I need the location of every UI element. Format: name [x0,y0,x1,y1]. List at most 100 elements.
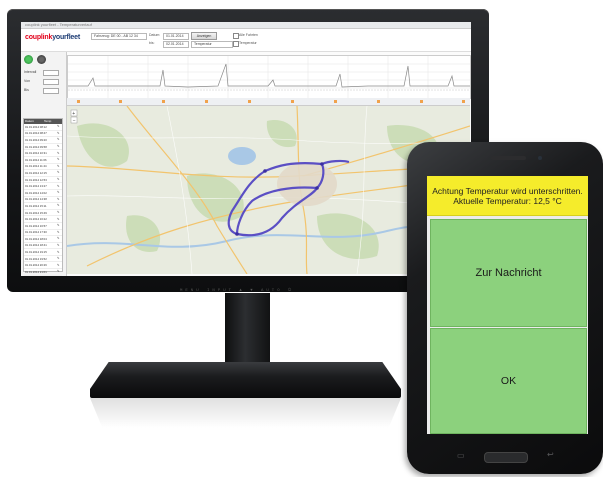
edit-icon[interactable]: ✎ [57,125,62,128]
table-row[interactable]: 01.01.2014 11:44 ✎ [24,164,62,171]
svg-text:+: + [72,111,75,117]
edit-icon[interactable]: ✎ [57,178,62,181]
option-label-2: Temperatur [239,41,257,45]
row-date: 01.01.2014 15:11 [25,203,47,208]
to-select[interactable] [43,88,59,94]
table-row[interactable]: 01.01.2014 10:31 ✎ [24,150,62,157]
tablet-screen: Achtung Temperatur wird unterschritten. … [427,176,588,434]
row-date: 01.01.2014 12:53 [25,177,47,182]
row-date: 01.01.2014 16:57 [25,223,47,228]
table-row[interactable]: 01.01.2014 15:11 ✎ [24,203,62,210]
table-row[interactable]: 01.01.2014 17:30 ✎ [24,230,62,237]
from-date-field[interactable]: 01.01.2014 [163,33,189,40]
table-row[interactable]: 01.01.2014 20:26 ✎ [24,262,62,270]
ok-button[interactable]: OK [430,328,587,434]
table-row[interactable]: 01.01.2014 16:57 ✎ [24,223,62,230]
table-row[interactable]: 01.01.2014 19:15 ✎ [24,249,62,256]
col-header-date: Datum [25,119,34,123]
edit-icon[interactable]: ✎ [57,171,62,174]
edit-icon[interactable]: ✎ [57,224,62,227]
table-row[interactable]: 01.01.2014 12:15 ✎ [24,170,62,177]
table-row[interactable]: 01.01.2014 09:20 ✎ [24,137,62,144]
play-button[interactable] [24,55,33,64]
edit-icon[interactable]: ✎ [57,145,62,148]
edit-icon[interactable]: ✎ [57,257,62,260]
table-row[interactable]: 01.01.2014 21:01 ✎ [24,269,62,276]
row-date: 01.01.2014 08:12 [25,124,47,129]
table-row[interactable]: 01.01.2014 18:41 ✎ [24,243,62,250]
edit-icon[interactable]: ✎ [57,184,62,188]
edit-icon[interactable]: ✎ [57,197,62,201]
edit-icon[interactable]: ✎ [57,211,62,214]
table-row[interactable]: 01.01.2014 13:27 ✎ [24,183,62,190]
table-row[interactable]: 01.01.2014 14:38 ✎ [24,197,62,204]
temperature-line [68,63,470,88]
home-icon[interactable] [484,452,528,463]
back-icon[interactable]: ↩ [547,450,554,459]
monitor-stand-base [90,362,401,398]
row-date: 01.01.2014 19:15 [25,250,47,255]
edit-icon[interactable]: ✎ [57,230,62,234]
edit-icon[interactable]: ✎ [57,237,62,240]
svg-text:−: − [73,118,76,124]
logo-part-1: couplink [25,34,53,41]
table-row[interactable]: 01.01.2014 19:52 ✎ [24,256,62,263]
col-header-temp: Temp [44,119,52,123]
control-panel: Intervall Von Bis Datum Temp 01.01.2014 … [21,52,67,276]
table-row[interactable]: 01.01.2014 11:06 ✎ [24,157,62,164]
row-date: 01.01.2014 19:52 [25,256,47,261]
tablet-speaker [491,156,526,160]
edit-icon[interactable]: ✎ [57,131,62,135]
show-button[interactable]: Anzeigen [191,32,217,40]
window-title: couplink yourfleet - Temperaturverlauf [25,22,92,27]
vehicle-select[interactable]: Fahrzeug: DE 00 - AB 12 34 [91,33,147,40]
edit-icon[interactable]: ✎ [57,164,62,168]
camera-icon [538,156,542,160]
edit-icon[interactable]: ✎ [57,191,62,194]
row-date: 01.01.2014 21:01 [25,269,47,274]
edit-icon[interactable]: ✎ [57,250,62,254]
from-select[interactable] [43,79,59,85]
row-date: 01.01.2014 18:04 [25,236,47,241]
to-message-button[interactable]: Zur Nachricht [430,219,587,327]
row-date: 01.01.2014 11:06 [25,157,47,162]
edit-icon[interactable]: ✎ [57,243,62,247]
table-row[interactable]: 01.01.2014 15:49 ✎ [24,210,62,217]
time-axis [67,98,470,106]
row-date: 01.01.2014 09:20 [25,137,47,142]
stand-reflection [90,398,401,428]
trip-table-header: Datum Temp [24,119,62,124]
row-date: 01.01.2014 10:31 [25,151,47,156]
stop-button[interactable] [37,55,46,64]
row-date: 01.01.2014 11:44 [25,164,47,169]
control-label-from: Von [24,79,31,83]
table-row[interactable]: 01.01.2014 18:04 ✎ [24,236,62,243]
to-label: bis: [149,41,155,45]
edit-icon[interactable]: ✎ [57,138,62,141]
edit-icon[interactable]: ✎ [57,270,62,273]
row-date: 01.01.2014 15:49 [25,210,47,215]
edit-icon[interactable]: ✎ [57,151,62,155]
to-date-field[interactable]: 02.01.2014 [163,41,189,48]
alert-line-2: Aktuelle Temperatur: 12,5 °C [453,195,562,206]
monitor-stand-neck [225,293,270,365]
table-row[interactable]: 01.01.2014 08:12 ✎ [24,124,62,131]
filter-select[interactable]: Temperatur [191,41,233,48]
row-date: 01.01.2014 13:27 [25,184,47,189]
edit-icon[interactable]: ✎ [57,263,62,267]
edit-icon[interactable]: ✎ [57,217,62,221]
row-date: 01.01.2014 14:02 [25,190,47,195]
edit-icon[interactable]: ✎ [57,158,62,161]
interval-select[interactable] [43,70,59,76]
table-row[interactable]: 01.01.2014 14:02 ✎ [24,190,62,197]
table-row[interactable]: 01.01.2014 08:47 ✎ [24,131,62,138]
tablet-device: Achtung Temperatur wird unterschritten. … [407,142,603,474]
monitor-buttons[interactable]: MENU INPUT ▲ ▼ AUTO ⏻ [180,288,320,296]
table-row[interactable]: 01.01.2014 12:53 ✎ [24,177,62,184]
edit-icon[interactable]: ✎ [57,204,62,207]
recent-apps-icon[interactable]: ▭ [457,451,465,460]
table-row[interactable]: 01.01.2014 09:58 ✎ [24,144,62,151]
tablet-nav-bar: ▭ ↩ [407,447,603,467]
table-row[interactable]: 01.01.2014 16:22 ✎ [24,216,62,223]
logo-part-2: yourfleet [52,34,80,41]
